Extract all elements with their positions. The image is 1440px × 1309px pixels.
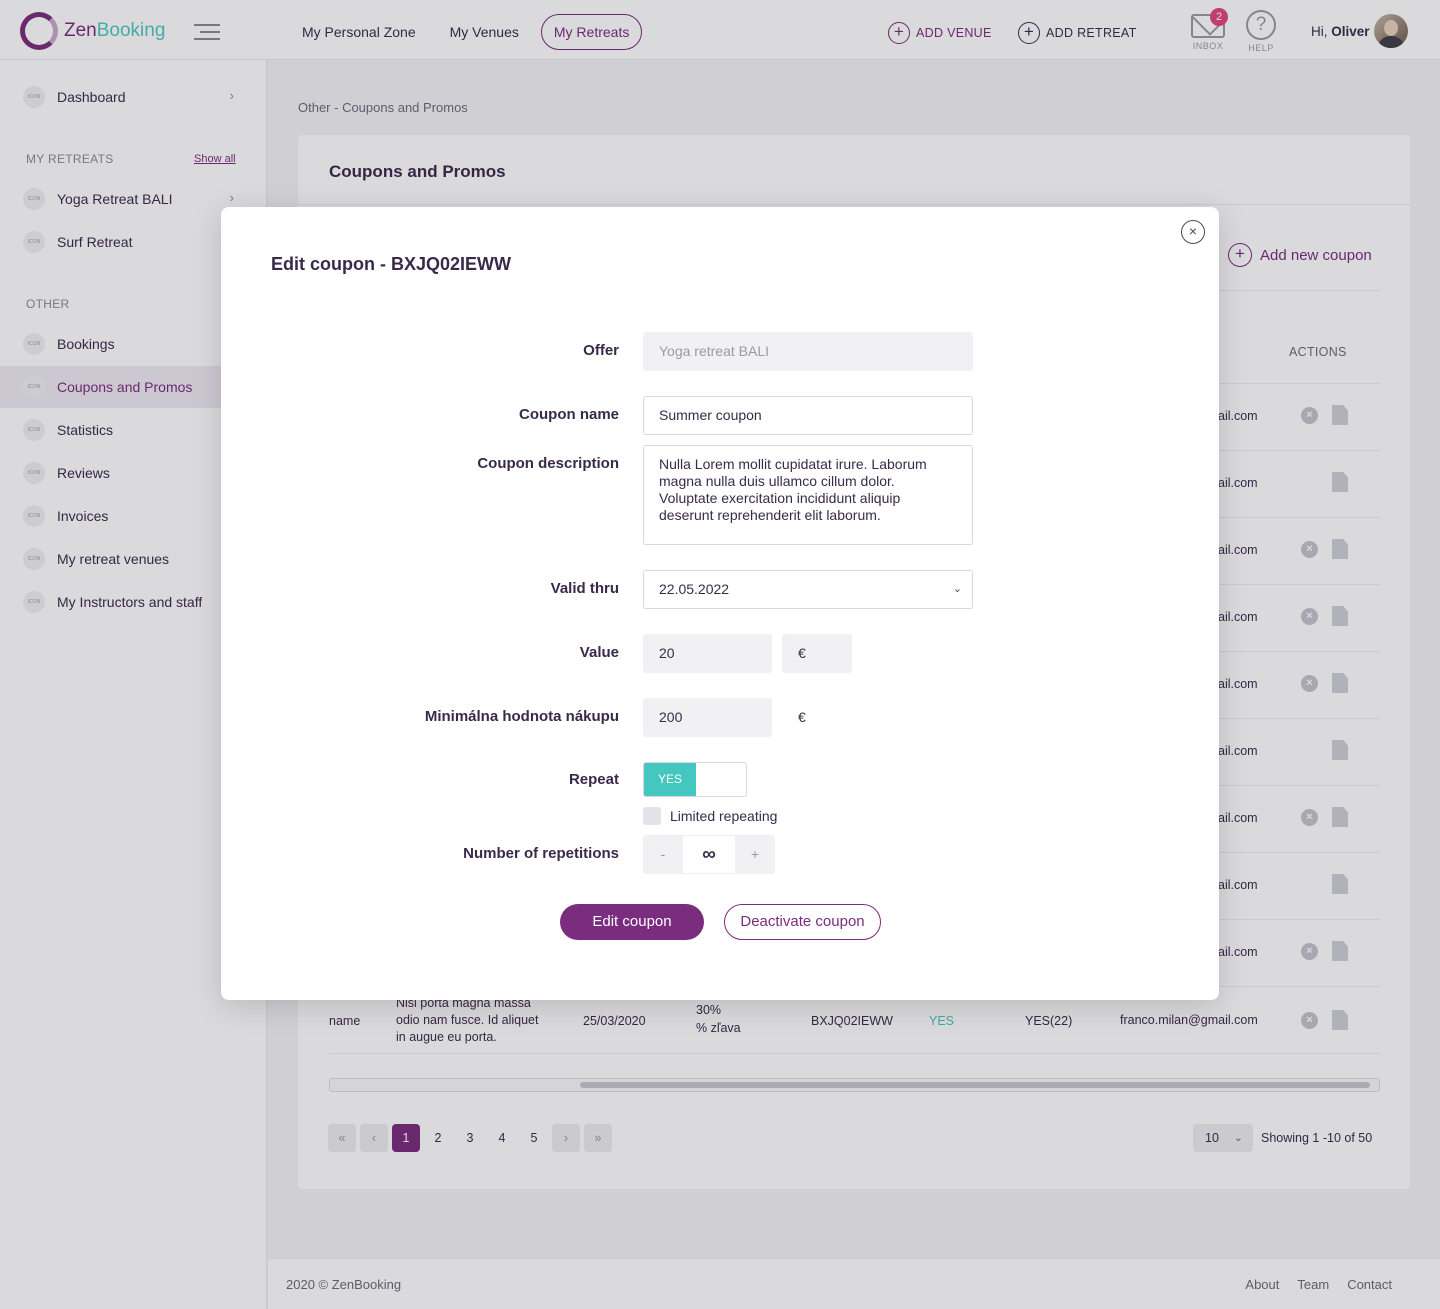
min-purchase-label: Minimálna hodnota nákupu	[424, 708, 619, 725]
decrement-button[interactable]: -	[643, 835, 683, 874]
coupon-description-label: Coupon description	[477, 455, 619, 472]
repetitions-stepper: - ∞ +	[643, 835, 775, 874]
edit-coupon-modal: × Edit coupon - BXJQ02IEWW Offer Yoga re…	[221, 207, 1219, 1000]
limited-repeating-checkbox[interactable]	[643, 807, 661, 825]
valid-thru-select[interactable]: 22.05.2022 ⌄	[643, 570, 973, 609]
coupon-description-textarea[interactable]: Nulla Lorem mollit cupidatat irure. Labo…	[643, 445, 973, 545]
edit-coupon-button[interactable]: Edit coupon	[560, 904, 704, 940]
min-purchase-currency: €	[798, 709, 806, 725]
repeat-toggle-yes: YES	[644, 763, 696, 796]
min-purchase-input[interactable]: 200	[643, 698, 772, 737]
increment-button[interactable]: +	[735, 835, 775, 874]
deactivate-coupon-button[interactable]: Deactivate coupon	[724, 904, 881, 940]
currency-select[interactable]: €	[782, 634, 852, 673]
repetitions-value[interactable]: ∞	[683, 836, 735, 873]
repetitions-label: Number of repetitions	[463, 845, 619, 862]
value-input[interactable]: 20	[643, 634, 772, 673]
valid-thru-label: Valid thru	[550, 580, 619, 597]
limited-repeating-row[interactable]: Limited repeating	[643, 807, 777, 825]
coupon-name-label: Coupon name	[519, 406, 619, 423]
repeat-toggle[interactable]: YES	[643, 762, 747, 797]
coupon-name-input[interactable]: Summer coupon	[643, 396, 973, 435]
repeat-label: Repeat	[568, 771, 619, 788]
offer-label: Offer	[583, 342, 619, 359]
chevron-down-icon: ⌄	[952, 583, 962, 595]
close-icon[interactable]: ×	[1181, 220, 1205, 244]
offer-field[interactable]: Yoga retreat BALI	[643, 332, 973, 371]
value-label: Value	[579, 644, 619, 661]
modal-title: Edit coupon - BXJQ02IEWW	[271, 254, 512, 274]
